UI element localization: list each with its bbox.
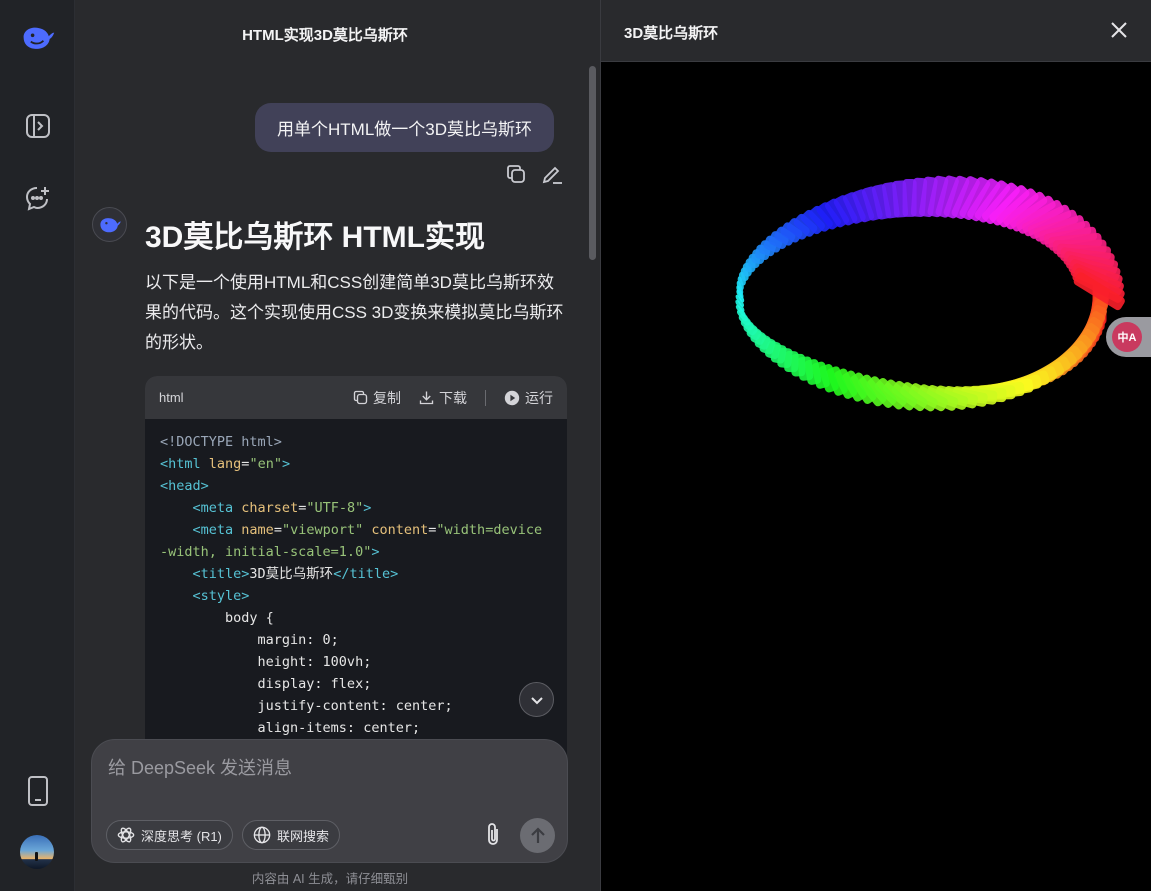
code-content: <!DOCTYPE html> <html lang="en"> <head> … <box>145 419 567 739</box>
copy-icon <box>353 390 368 405</box>
preview-title: 3D莫比乌斯环 <box>624 25 719 42</box>
run-label: 运行 <box>525 389 553 406</box>
divider <box>485 389 486 406</box>
code-line: display: flex; <box>160 676 372 692</box>
sidebar-toggle-icon[interactable] <box>20 108 56 144</box>
web-search-toggle[interactable]: 联网搜索 <box>242 820 341 850</box>
translate-widget[interactable]: 中A <box>1106 317 1151 357</box>
user-message: 用单个HTML做一个3D莫比乌斯环 <box>255 103 555 152</box>
mobius-strip-render <box>735 175 1125 412</box>
code-line: <html lang="en"> <box>160 456 291 472</box>
close-icon[interactable] <box>1107 18 1131 42</box>
code-language: html <box>159 390 184 405</box>
assistant-avatar <box>92 207 127 242</box>
send-button[interactable] <box>520 818 555 853</box>
atom-icon <box>117 827 135 843</box>
preview-panel: 3D莫比乌斯环 中A <box>600 0 1151 891</box>
copy-icon[interactable] <box>505 163 527 185</box>
code-line: <style> <box>192 588 250 604</box>
copy-label: 复制 <box>373 389 401 406</box>
paperclip-icon[interactable] <box>480 820 506 850</box>
translate-badge: 中A <box>1112 322 1142 352</box>
code-line: <!DOCTYPE html> <box>160 434 282 450</box>
app-window: HTML实现3D莫比乌斯环 用单个HTML做一个3D莫比乌斯环 3D莫比乌斯环 … <box>0 0 1151 891</box>
download-button[interactable]: 下载 <box>419 388 467 408</box>
globe-icon <box>253 826 271 844</box>
code-block-header: html 复制 下载 运行 <box>145 376 567 419</box>
new-chat-icon[interactable] <box>20 180 56 216</box>
code-line: -width, initial-scale=1.0"> <box>160 544 380 560</box>
code-line: body { <box>160 610 274 626</box>
code-line: justify-content: center; <box>160 698 453 714</box>
chat-panel: HTML实现3D莫比乌斯环 用单个HTML做一个3D莫比乌斯环 3D莫比乌斯环 … <box>75 0 600 891</box>
code-block: html 复制 下载 运行 <!DOCTYPE html> <html lang… <box>145 376 567 776</box>
code-line: height: 100vh; <box>160 654 372 670</box>
response-heading: 3D莫比乌斯环 HTML实现 <box>145 221 485 254</box>
deep-think-toggle[interactable]: 深度思考 (R1) <box>106 820 233 850</box>
web-search-label: 联网搜索 <box>277 828 330 844</box>
copy-code-button[interactable]: 复制 <box>353 388 401 408</box>
code-line: <meta name="viewport" content="width=dev… <box>192 522 543 538</box>
run-button[interactable]: 运行 <box>504 388 553 408</box>
arrow-up-icon <box>530 826 545 843</box>
chevron-down-icon <box>530 696 543 704</box>
deep-think-label: 深度思考 (R1) <box>141 828 222 844</box>
play-icon <box>504 390 520 405</box>
code-line: <title>3D莫比乌斯环</title> <box>192 566 399 582</box>
scroll-down-button[interactable] <box>519 682 554 717</box>
chat-title: HTML实现3D莫比乌斯环 <box>242 27 408 44</box>
response-paragraph: 以下是一个使用HTML和CSS创建简单3D莫比乌斯环效果的代码。这个实现使用CS… <box>145 273 564 352</box>
download-label: 下载 <box>439 389 467 406</box>
edit-pencil-icon[interactable] <box>541 163 563 185</box>
code-line: <meta charset="UTF-8"> <box>192 500 372 516</box>
preview-header: 3D莫比乌斯环 <box>601 0 1151 62</box>
code-line: margin: 0; <box>160 632 339 648</box>
ai-disclaimer: 内容由 AI 生成，请仔细甄别 <box>251 872 409 886</box>
message-input[interactable]: 给 DeepSeek 发送消息 <box>108 754 292 780</box>
download-icon <box>419 391 434 405</box>
mobile-phone-icon[interactable] <box>20 773 56 809</box>
deepseek-whale-icon[interactable] <box>20 20 56 56</box>
code-line: align-items: center; <box>160 720 421 736</box>
avatar[interactable] <box>20 835 54 869</box>
left-rail <box>0 0 75 891</box>
scrollbar[interactable] <box>589 66 596 260</box>
message-composer[interactable]: 给 DeepSeek 发送消息 深度思考 (R1) 联网搜索 <box>91 739 568 863</box>
code-line: <head> <box>160 478 209 494</box>
